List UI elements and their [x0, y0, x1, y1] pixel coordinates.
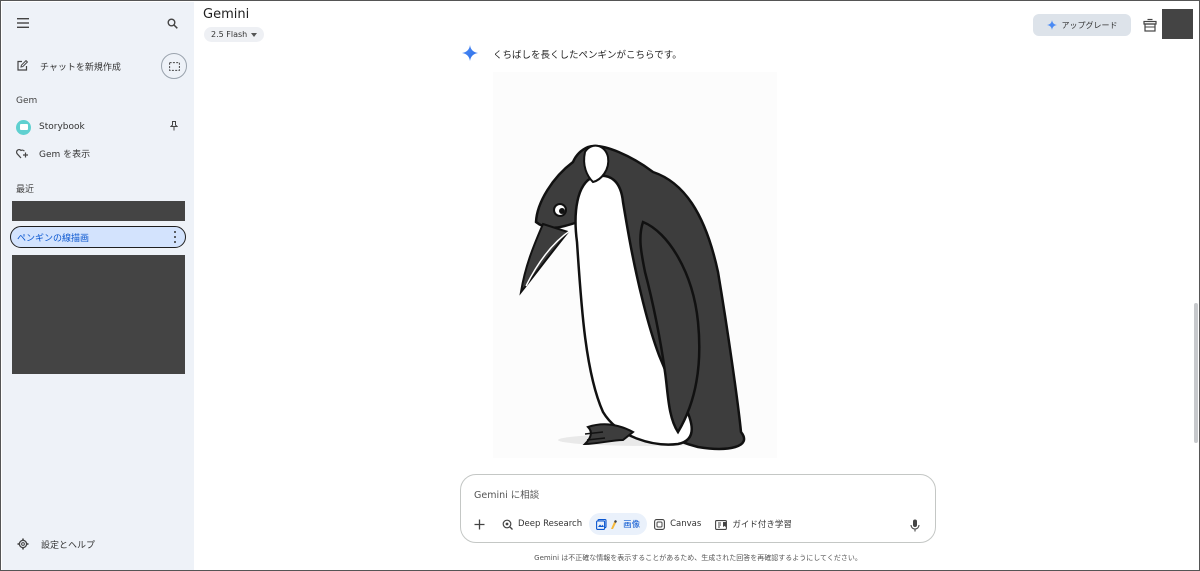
model-selector[interactable]: 2.5 Flash: [204, 27, 265, 42]
model-label: 2.5 Flash: [211, 30, 248, 39]
penguin-drawing: [519, 144, 746, 451]
tool-deep-research[interactable]: Deep Research: [495, 513, 589, 535]
new-chat-label: チャットを新規作成: [40, 62, 121, 73]
gem-item-show-gems[interactable]: Gem を表示: [16, 145, 90, 161]
guided-learning-icon: [715, 519, 728, 530]
gem-add-icon: [16, 148, 31, 159]
disclaimer-text: Gemini は不正確な情報を表示することがあるため、生成された回答を再確認する…: [534, 554, 862, 562]
chevron-down-icon: [251, 32, 258, 37]
temporary-chat-button[interactable]: [161, 53, 187, 79]
redacted-chat-list[interactable]: [12, 255, 185, 374]
upgrade-label: アップグレード: [1061, 20, 1118, 30]
gift-icon[interactable]: [1143, 17, 1159, 33]
image-tool-icon: [596, 518, 618, 530]
scrollbar[interactable]: [1194, 303, 1198, 443]
tool-label: ガイド付き学習: [732, 520, 792, 530]
app-title: Gemini: [203, 7, 250, 22]
deep-research-icon: [502, 519, 513, 530]
sidebar: チャットを新規作成 Gem Storybook Gem を表示 最近 ペンギンの…: [2, 2, 194, 570]
search-icon[interactable]: [162, 13, 182, 33]
microphone-icon[interactable]: [910, 517, 922, 532]
storybook-icon: [16, 119, 31, 135]
chat-item-active[interactable]: ペンギンの線描画: [10, 226, 186, 248]
recent-section-label: 最近: [16, 185, 35, 195]
gem-item-label: Gem を表示: [39, 149, 91, 160]
tool-label: 画像: [623, 520, 641, 530]
tool-label: Deep Research: [518, 519, 583, 529]
gem-section-label: Gem: [16, 96, 38, 106]
response-text: くちばしを長くしたペンギンがこちらです。: [493, 50, 682, 61]
redacted-chat-item[interactable]: [12, 201, 185, 221]
prompt-box[interactable]: Gemini に相談 Deep Research 画像 Canvas ガイド付き…: [460, 474, 936, 543]
gemini-sparkle-icon: [462, 45, 478, 61]
gem-item-label: Storybook: [39, 122, 85, 132]
prompt-input[interactable]: Gemini に相談: [474, 487, 539, 501]
settings-help-button[interactable]: 設定とヘルプ: [17, 536, 95, 552]
avatar[interactable]: [1162, 9, 1193, 39]
upgrade-button[interactable]: アップグレード: [1033, 14, 1131, 36]
menu-icon[interactable]: [13, 13, 33, 33]
add-icon[interactable]: [469, 513, 489, 535]
edit-icon: [16, 60, 30, 72]
pin-icon[interactable]: [168, 120, 180, 132]
chat-item-label: ペンギンの線描画: [17, 233, 90, 244]
tool-guided-learning[interactable]: ガイド付き学習: [708, 513, 799, 535]
tool-label: Canvas: [670, 519, 702, 529]
gear-icon: [17, 538, 31, 550]
temporary-chat-icon: [168, 61, 180, 71]
tool-bar: Deep Research 画像 Canvas ガイド付き学習: [469, 513, 799, 535]
settings-label: 設定とヘルプ: [41, 540, 96, 551]
gem-item-storybook[interactable]: Storybook: [16, 119, 85, 135]
new-chat-button[interactable]: チャットを新規作成: [16, 57, 121, 75]
tool-canvas[interactable]: Canvas: [647, 513, 708, 535]
generated-image[interactable]: [493, 72, 777, 458]
more-options-icon[interactable]: [173, 231, 177, 243]
sparkle-icon: [1046, 20, 1057, 30]
canvas-icon: [654, 518, 666, 530]
app-window: チャットを新規作成 Gem Storybook Gem を表示 最近 ペンギンの…: [0, 0, 1200, 571]
tool-image[interactable]: 画像: [589, 513, 648, 535]
